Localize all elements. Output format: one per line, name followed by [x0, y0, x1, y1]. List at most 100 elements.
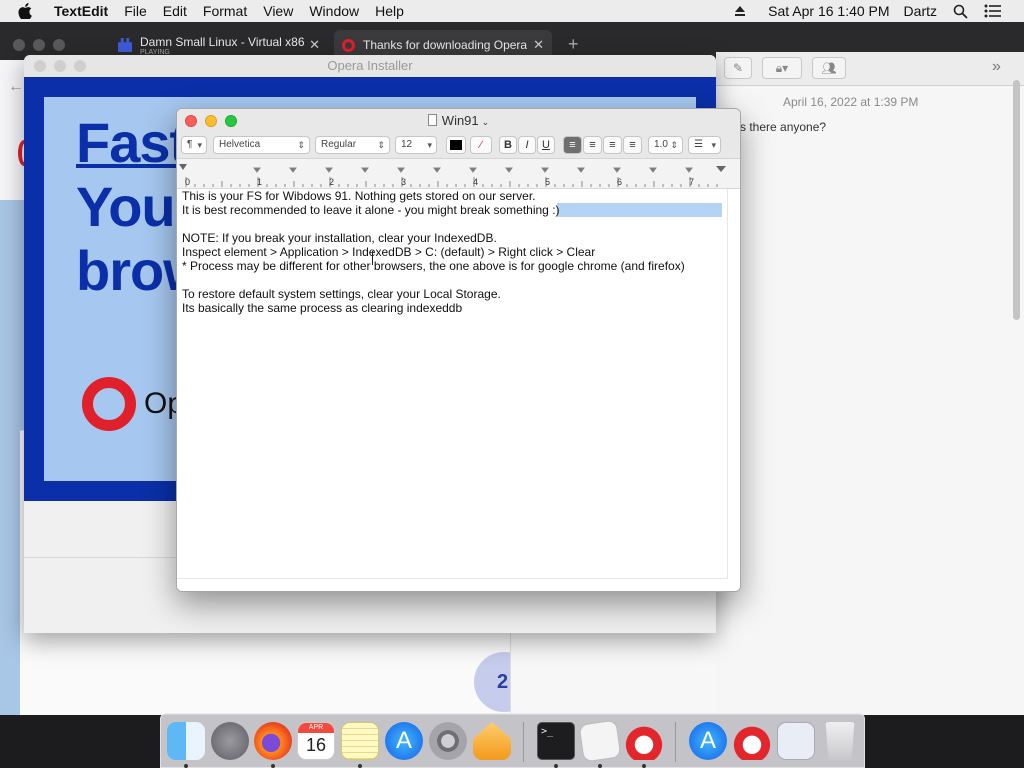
align-center-icon[interactable]: ≡: [583, 136, 602, 154]
menu-file[interactable]: File: [116, 3, 155, 19]
calendar-icon[interactable]: APR 16: [297, 722, 335, 760]
line-spacing-value: 1.0: [654, 139, 668, 150]
ruler-number: 4: [473, 177, 479, 187]
compose-icon[interactable]: ✎: [724, 57, 752, 79]
font-size-value: 12: [401, 139, 413, 150]
spotlight-search-icon[interactable]: [945, 4, 976, 19]
font-family-value: Helvetica: [219, 139, 261, 150]
list-bullets-icon[interactable]: ☰ ▾: [688, 136, 721, 154]
ruler-number: 3: [401, 177, 407, 187]
opera-logo-icon: [82, 377, 136, 431]
terminal-icon[interactable]: >_: [537, 722, 575, 760]
document-text[interactable]: This is your FS for Wibdows 91. Nothing …: [182, 189, 727, 315]
installer-close-dot[interactable]: [34, 60, 46, 72]
running-indicator: [271, 764, 275, 768]
ruler-number: 5: [545, 177, 551, 187]
menu-user[interactable]: Dartz: [898, 3, 945, 19]
bold-button[interactable]: B: [499, 136, 517, 154]
app-store-icon[interactable]: A: [385, 722, 423, 760]
menu-edit[interactable]: Edit: [155, 3, 195, 19]
eject-icon[interactable]: [726, 5, 760, 17]
ruler-number: 7: [689, 177, 695, 187]
line-spacing-select[interactable]: 1.0 ⇕: [648, 136, 683, 154]
badge-number: 2: [497, 671, 509, 693]
browser-close-dot[interactable]: [13, 39, 25, 51]
align-justify-icon[interactable]: ≡: [623, 136, 642, 154]
ruler-number: 2: [329, 177, 335, 187]
textedit-window: Win91 ⌄ ¶ ▾ Helvetica ⇕ Regular ⇕ 12 ▾ ⁄ B I …: [176, 108, 741, 592]
browser-minimize-dot[interactable]: [33, 39, 45, 51]
menu-format[interactable]: Format: [195, 3, 255, 19]
font-size-select[interactable]: 12 ▾: [395, 136, 437, 154]
launchpad-icon[interactable]: [211, 722, 249, 760]
menu-help[interactable]: Help: [367, 3, 412, 19]
menu-clock[interactable]: Sat Apr 16 1:40 PM: [760, 3, 897, 19]
highlight-color-icon[interactable]: ⁄: [470, 136, 492, 154]
paragraph-styles-select[interactable]: ¶ ▾: [181, 136, 207, 154]
text-editor-area[interactable]: This is your FS for Wibdows 91. Nothing …: [177, 189, 740, 591]
text-line: Its basically the same process as cleari…: [182, 301, 463, 315]
installer-title: Opera Installer: [327, 58, 413, 73]
menu-window[interactable]: Window: [301, 3, 367, 19]
message-snippet[interactable]: s there anyone?: [740, 120, 826, 134]
tab-title: Damn Small Linux - Virtual x86: [140, 34, 305, 49]
new-tab-button[interactable]: +: [568, 34, 579, 55]
installer-minimize-dot[interactable]: [54, 60, 66, 72]
chevron-down-icon: ⌄: [481, 117, 490, 127]
calendar-day: 16: [305, 735, 327, 755]
contacts-icon[interactable]: 👥︎: [812, 57, 846, 79]
installer-titlebar: Opera Installer: [24, 55, 716, 77]
ruler-number: 1: [257, 177, 263, 187]
back-arrow-icon[interactable]: ←: [8, 78, 24, 96]
firefox-icon[interactable]: [254, 722, 292, 760]
finder-icon[interactable]: [167, 722, 205, 760]
running-indicator: [554, 764, 558, 768]
lock-icon[interactable]: 🔒︎▾: [762, 57, 802, 79]
right-margin-line: [727, 189, 728, 579]
align-left-icon[interactable]: ≡: [563, 136, 582, 154]
textedit-icon[interactable]: [578, 719, 622, 763]
trash-icon[interactable]: [825, 722, 855, 760]
home-icon[interactable]: [473, 722, 511, 760]
paragraph-icon: ¶: [187, 139, 193, 150]
browser-zoom-dot[interactable]: [53, 39, 65, 51]
dock: APR 16 A >_ A: [160, 713, 865, 768]
message-timestamp: April 16, 2022 at 1:39 PM: [783, 95, 919, 109]
notes-icon[interactable]: [341, 722, 379, 760]
downloads-stack-icon[interactable]: [777, 722, 815, 760]
magnet-icon[interactable]: [625, 722, 663, 760]
menu-view[interactable]: View: [255, 3, 301, 19]
page-lower-panel: [510, 630, 716, 715]
installer-zoom-dot[interactable]: [74, 60, 86, 72]
menu-app-name[interactable]: TextEdit: [46, 3, 116, 19]
toolbar-overflow-icon[interactable]: »: [992, 58, 1001, 76]
text-line: This is your FS for Wibdows 91. Nothing …: [182, 189, 536, 203]
system-preferences-icon[interactable]: [429, 722, 467, 760]
text-line: [182, 217, 727, 231]
app-store-folder-icon[interactable]: A: [689, 722, 727, 760]
document-title[interactable]: Win91 ⌄: [177, 113, 740, 128]
text-line: It is best recommended to leave it alone…: [182, 203, 560, 217]
underline-button[interactable]: U: [537, 136, 555, 154]
ruler[interactable]: 0 1 2 3 4 5 6 7: [177, 159, 740, 189]
dock-divider: [675, 722, 676, 762]
running-indicator: [642, 764, 646, 768]
close-tab-icon[interactable]: ✕: [533, 37, 544, 53]
document-title-text: Win91: [441, 113, 479, 128]
font-family-select[interactable]: Helvetica ⇕: [213, 136, 310, 154]
close-tab-icon[interactable]: ✕: [309, 37, 320, 53]
magnet-download-icon[interactable]: [733, 722, 771, 760]
text-line: To restore default system settings, clea…: [182, 287, 501, 301]
text-color-well[interactable]: [446, 136, 466, 154]
format-toolbar: ¶ ▾ Helvetica ⇕ Regular ⇕ 12 ▾ ⁄ B I U ≡ ≡ ≡…: [177, 133, 740, 159]
italic-button[interactable]: I: [518, 136, 536, 154]
font-style-select[interactable]: Regular ⇕: [315, 136, 390, 154]
align-right-icon[interactable]: ≡: [603, 136, 622, 154]
tab-title: Thanks for downloading Opera: [363, 38, 528, 52]
document-icon: [427, 114, 437, 126]
opera-icon: [342, 38, 355, 52]
messages-scrollbar[interactable]: [1013, 80, 1020, 320]
apple-icon[interactable]: [0, 3, 46, 19]
control-center-icon[interactable]: [976, 4, 1024, 18]
running-indicator: [598, 764, 602, 768]
